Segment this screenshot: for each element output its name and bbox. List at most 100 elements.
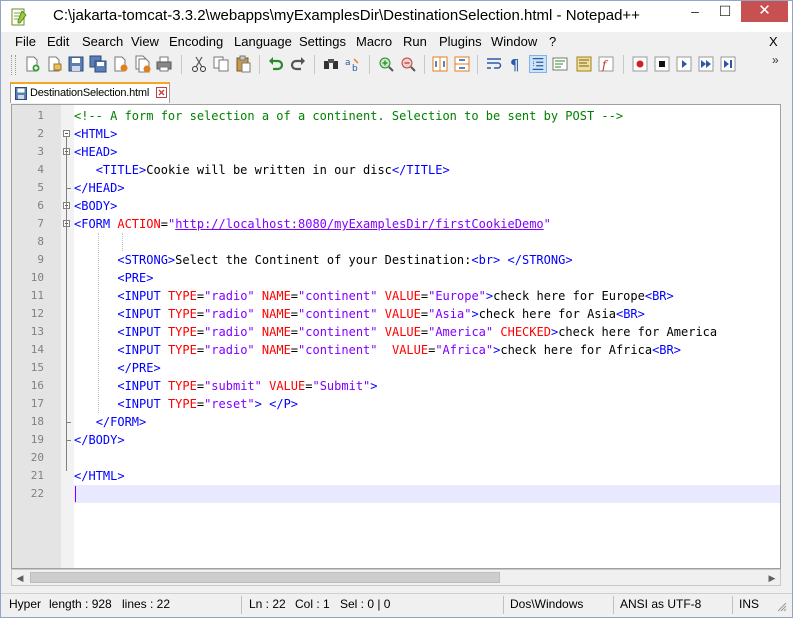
new-file-icon[interactable] (23, 55, 41, 73)
zoom-in-icon[interactable] (377, 55, 395, 73)
open-file-icon[interactable] (45, 55, 63, 73)
save-all-icon[interactable] (89, 55, 107, 73)
undo-icon[interactable] (267, 55, 285, 73)
redo-icon[interactable] (289, 55, 307, 73)
toolbar-separator (369, 55, 370, 74)
toolbar-separator (623, 55, 624, 74)
code-line: <PRE> (74, 269, 153, 287)
maximize-button[interactable]: ☐ (711, 1, 739, 22)
run-macro-multiple-icon[interactable] (697, 55, 715, 73)
code-token: <!-- A form for selection a of a contine… (74, 109, 624, 123)
menu-window[interactable]: Window (491, 34, 537, 49)
code-token: > (254, 397, 262, 411)
replace-icon[interactable]: ab (344, 55, 362, 73)
menu-edit[interactable]: Edit (47, 34, 69, 49)
line-number: 15 (30, 361, 44, 374)
find-icon[interactable] (322, 55, 340, 73)
horizontal-scrollbar[interactable]: ◀ ▶ (11, 569, 781, 586)
menu-encoding[interactable]: Encoding (169, 34, 223, 49)
indent-guide-icon[interactable] (529, 55, 547, 73)
line-number: 10 (30, 271, 44, 284)
document-map-icon[interactable] (575, 55, 593, 73)
print-icon[interactable] (155, 55, 173, 73)
menu-file[interactable]: File (15, 34, 36, 49)
menu-settings[interactable]: Settings (299, 34, 346, 49)
code-token: </FORM> (95, 415, 147, 429)
code-token: = (290, 325, 299, 339)
code-token: > (370, 379, 378, 393)
close-all-icon[interactable] (133, 55, 151, 73)
toolbar-grip[interactable] (11, 55, 16, 75)
svg-text:b: b (352, 64, 358, 73)
word-wrap-icon[interactable] (485, 55, 503, 73)
copy-icon[interactable] (212, 55, 230, 73)
show-all-characters-icon[interactable]: ¶ (507, 55, 525, 73)
sync-horizontal-icon[interactable] (453, 55, 471, 73)
minimize-button[interactable]: – (681, 1, 709, 22)
code-text-area[interactable]: <!-- A form for selection a of a contine… (74, 105, 780, 568)
record-macro-icon[interactable] (631, 55, 649, 73)
code-line: </PRE> (74, 359, 160, 377)
menu-language[interactable]: Language (234, 34, 292, 49)
code-token: check here for Africa (500, 343, 653, 357)
scroll-right-arrow-icon[interactable]: ▶ (766, 572, 778, 584)
code-token: NAME (261, 325, 291, 339)
close-document-button[interactable]: X (769, 34, 778, 49)
menu-search[interactable]: Search (82, 34, 123, 49)
save-macro-icon[interactable] (719, 55, 737, 73)
code-token: "radio" (204, 325, 255, 339)
line-number: 18 (30, 415, 44, 428)
menu-plugins[interactable]: Plugins (439, 34, 482, 49)
code-line: <!-- A form for selection a of a contine… (74, 107, 623, 125)
code-token: TYPE (167, 397, 197, 411)
fold-margin[interactable] (61, 105, 74, 568)
code-token: = (160, 217, 168, 231)
tab-destinationselection[interactable]: DestinationSelection.html (10, 82, 170, 103)
scrollbar-thumb[interactable] (30, 572, 500, 583)
scroll-left-arrow-icon[interactable]: ◀ (14, 572, 26, 584)
fold-end-marker (66, 440, 71, 441)
code-token: </BODY> (74, 433, 125, 447)
playback-macro-icon[interactable] (675, 55, 693, 73)
close-tab-icon[interactable] (156, 87, 167, 98)
menu-help[interactable]: ? (549, 34, 556, 49)
zoom-out-icon[interactable] (399, 55, 417, 73)
close-button[interactable]: ✕ (741, 1, 788, 22)
notepadpp-window: C:\jakarta-tomcat-3.3.2\webapps\myExampl… (0, 0, 793, 618)
fold-toggle-icon[interactable] (63, 130, 70, 137)
code-token: <INPUT (117, 379, 168, 393)
code-token: > (471, 307, 479, 321)
user-defined-language-icon[interactable] (551, 55, 569, 73)
line-number: 12 (30, 307, 44, 320)
status-bar: Hyper length : 928 lines : 22 Ln : 22 Co… (1, 593, 792, 617)
line-number: 16 (30, 379, 44, 392)
code-line: <INPUT TYPE="radio" NAME="continent" VAL… (74, 287, 673, 305)
stop-recording-icon[interactable] (653, 55, 671, 73)
code-token: = (196, 379, 205, 393)
resize-grip-icon[interactable] (777, 602, 787, 612)
code-line: </BODY> (74, 431, 125, 449)
menu-view[interactable]: View (131, 34, 159, 49)
close-file-icon[interactable] (111, 55, 129, 73)
sync-vertical-icon[interactable] (431, 55, 449, 73)
line-number: 8 (37, 235, 44, 248)
cut-icon[interactable] (190, 55, 208, 73)
code-line: <INPUT TYPE="radio" NAME="continent" VAL… (74, 341, 681, 359)
function-list-icon[interactable]: f (597, 55, 615, 73)
paste-icon[interactable] (234, 55, 252, 73)
code-editor[interactable]: 1 2 3 4 5 6 7 8 9 10 11 12 13 14 15 16 17 18 19 20 21 22 <!--… (11, 104, 781, 569)
menu-macro[interactable]: Macro (356, 34, 392, 49)
save-icon[interactable] (67, 55, 85, 73)
tab-bar: DestinationSelection.html (1, 80, 792, 104)
line-number: 13 (30, 325, 44, 338)
code-token: </STRONG> (507, 253, 573, 267)
menu-run[interactable]: Run (403, 34, 427, 49)
menu-bar: File Edit Search View Encoding Language … (1, 32, 792, 52)
line-number: 17 (30, 397, 44, 410)
toolbar-overflow-button[interactable]: » (772, 53, 779, 67)
